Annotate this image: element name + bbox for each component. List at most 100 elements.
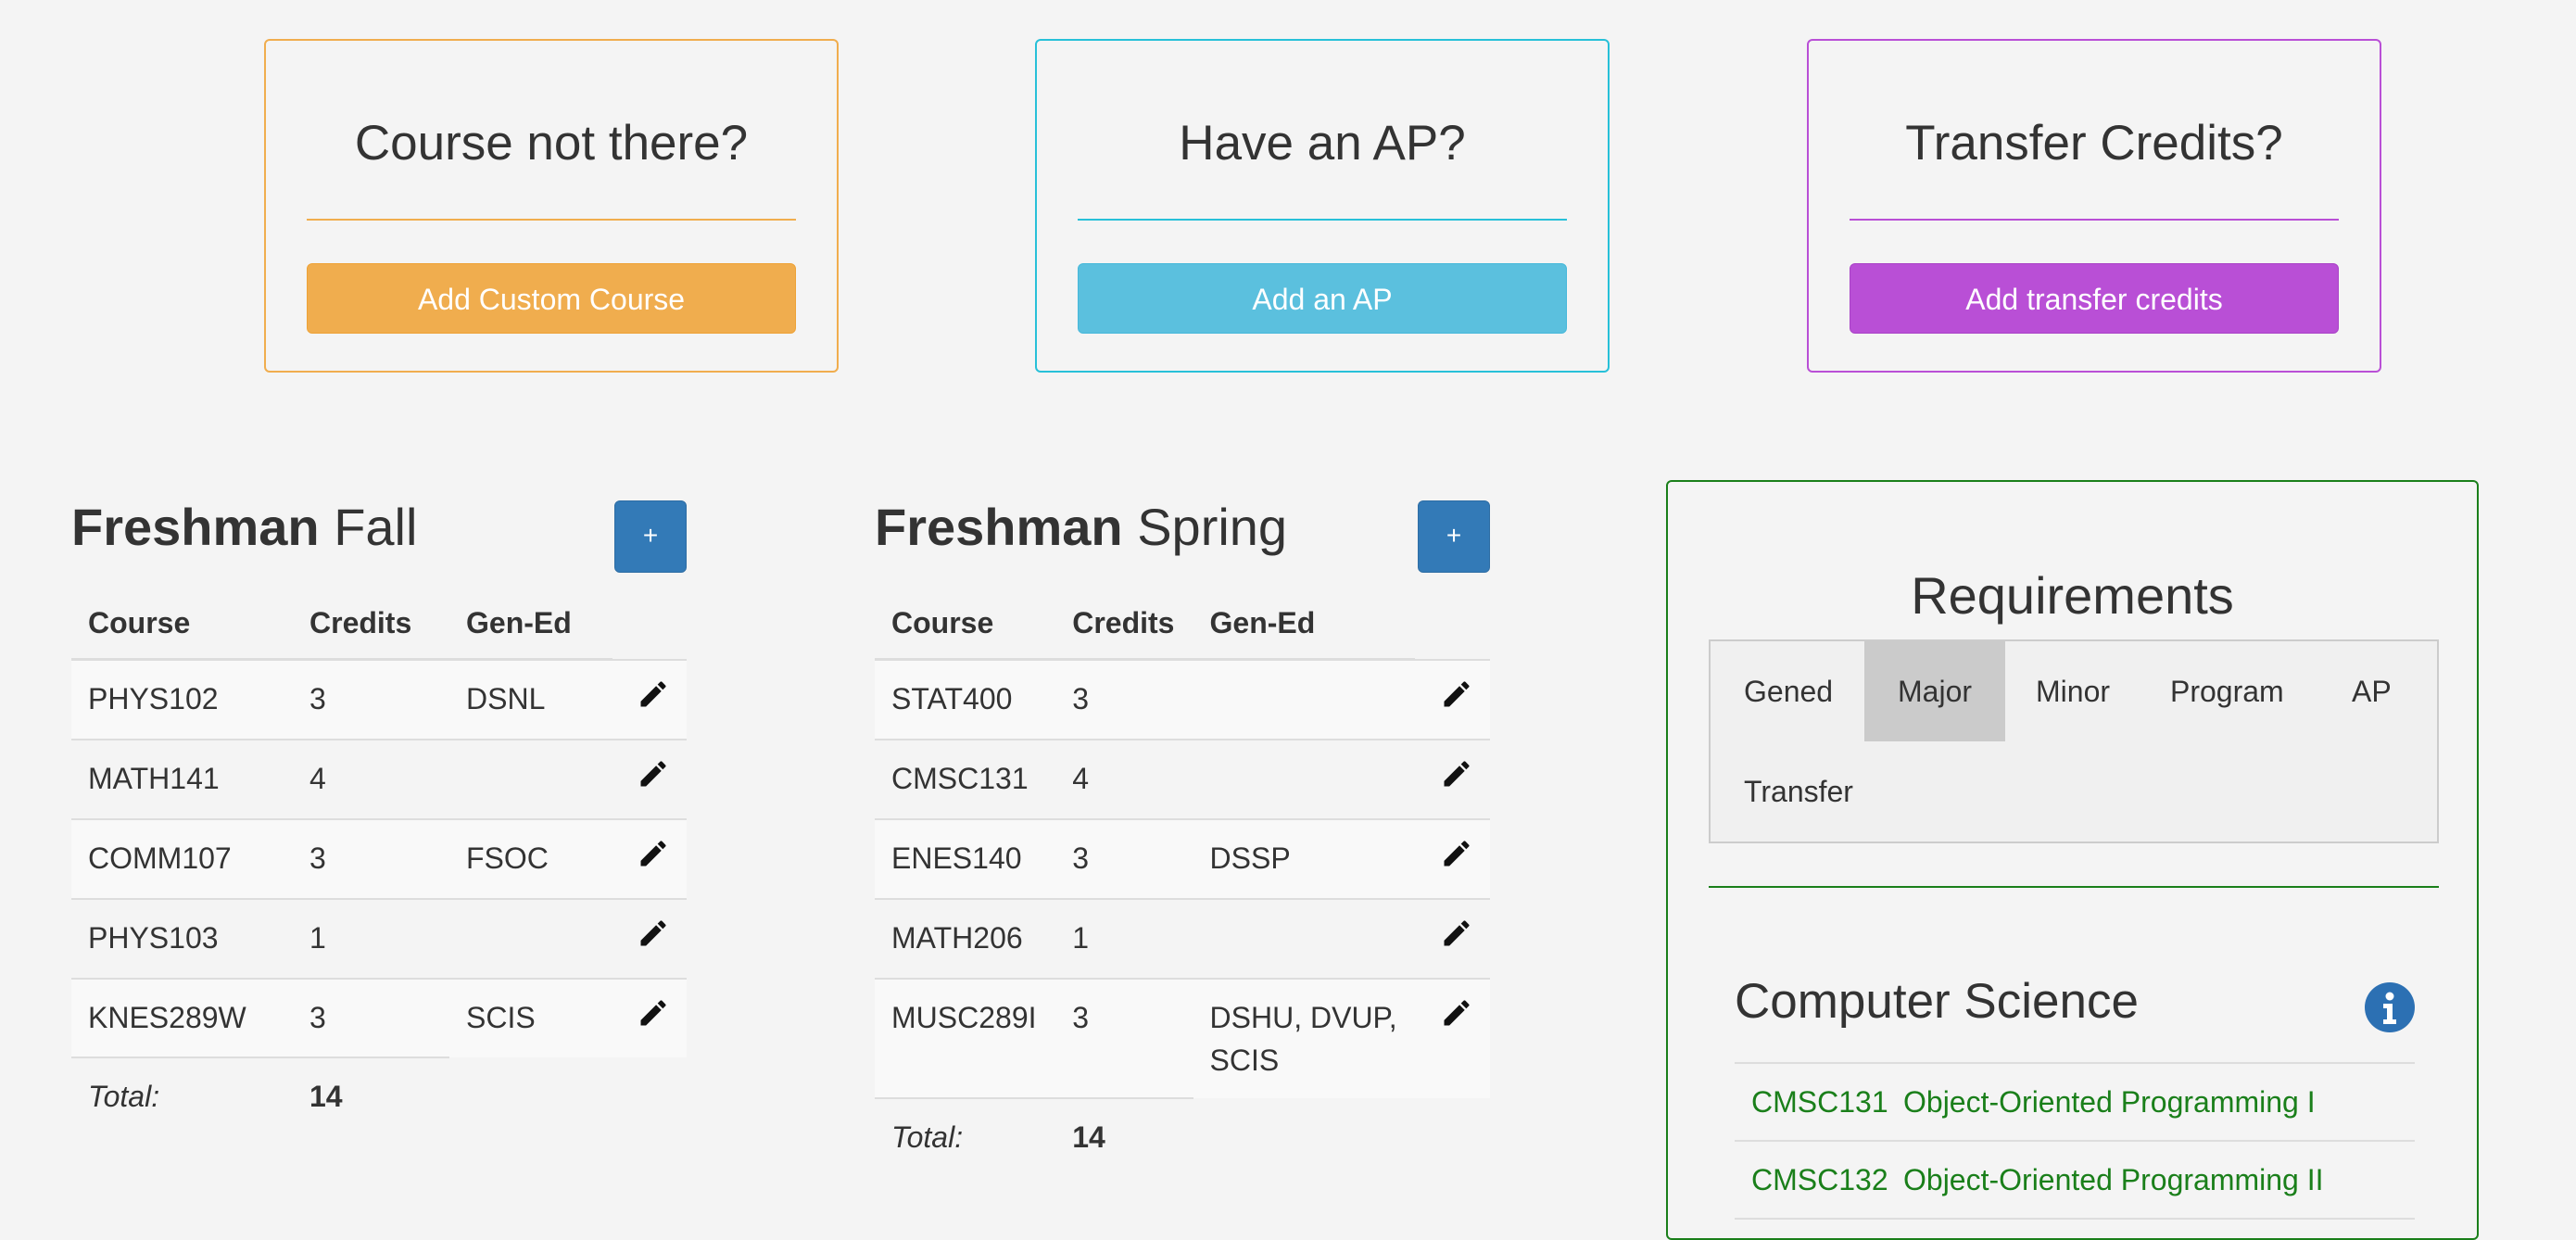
course-credits: 3 [1055, 977, 1193, 1098]
header-gened: Gen-Ed [449, 588, 612, 661]
pencil-icon [1444, 919, 1470, 945]
tab-gened[interactable]: Gened [1711, 641, 1866, 741]
requirement-code: CMSC131 [1751, 1084, 1888, 1119]
requirements-panel: Requirements Gened Major Minor Program A… [1666, 480, 2479, 1240]
list-item[interactable]: CMSC132 Object-Oriented Programming II [1735, 1140, 2415, 1218]
requirements-tabs: Gened Major Minor Program AP Transfer [1709, 639, 2439, 843]
tab-major[interactable]: Major [1864, 641, 2006, 741]
course-code: MUSC289I [875, 977, 1056, 1098]
course-code: MATH141 [71, 738, 293, 819]
add-ap-button[interactable]: Add an AP [1078, 263, 1567, 334]
ap-card: Have an AP? Add an AP [1035, 39, 1610, 373]
edit-button[interactable] [612, 658, 687, 740]
course-gened [449, 738, 612, 819]
add-transfer-credits-button[interactable]: Add transfer credits [1850, 263, 2339, 334]
course-code: COMM107 [71, 817, 293, 899]
table-row: ENES140 3 DSSP [875, 817, 1490, 899]
pencil-icon [640, 919, 666, 945]
course-gened: DSSP [1193, 817, 1415, 899]
semester-title: Freshman Spring [875, 497, 1287, 557]
total-label: Total: [875, 1096, 1056, 1175]
table-row: COMM107 3 FSOC [71, 817, 687, 899]
semester-year: Freshman [875, 498, 1123, 556]
header-credits: Credits [1055, 588, 1193, 661]
course-code: CMSC131 [875, 738, 1056, 819]
spacer [1415, 1098, 1490, 1175]
edit-button[interactable] [1414, 817, 1490, 899]
header-edit [1415, 588, 1490, 660]
edit-button[interactable] [612, 897, 687, 979]
header-credits: Credits [293, 588, 449, 661]
spacer [612, 1057, 687, 1134]
course-credits: 1 [1055, 897, 1193, 979]
course-gened [449, 897, 612, 979]
course-credits: 3 [1055, 658, 1193, 740]
course-table: Course Credits Gen-Ed PHYS102 3 DSNL MATH1… [71, 588, 687, 1134]
list-item[interactable]: CMSC131 Object-Oriented Programming I [1735, 1062, 2415, 1140]
transfer-card: Transfer Credits? Add transfer credits [1807, 39, 2381, 373]
course-credits: 3 [293, 977, 449, 1057]
edit-button[interactable] [1414, 977, 1490, 1098]
table-row: MATH141 4 [71, 738, 687, 819]
total-label: Total: [71, 1056, 293, 1134]
pencil-icon [1444, 760, 1470, 786]
course-gened [1193, 738, 1415, 819]
total-row: Total: 14 [875, 1096, 1490, 1175]
table-row: CMSC131 4 [875, 738, 1490, 819]
major-name: Computer Science [1735, 974, 2139, 1029]
header-edit [612, 588, 687, 660]
pencil-icon [640, 680, 666, 706]
requirement-name: Object-Oriented Programming II [1903, 1162, 2324, 1196]
edit-button[interactable] [612, 738, 687, 819]
semester-year: Freshman [71, 498, 320, 556]
tab-minor[interactable]: Minor [2002, 641, 2143, 741]
add-custom-course-button[interactable]: Add Custom Course [307, 263, 796, 334]
spacer [1193, 1098, 1415, 1175]
edit-button[interactable] [612, 977, 687, 1057]
course-code: MATH206 [875, 897, 1056, 979]
table-row: MUSC289I 3 DSHU, DVUP, SCIS [875, 977, 1490, 1098]
edit-button[interactable] [1414, 658, 1490, 740]
info-glyph [2383, 992, 2396, 1024]
requirements-title: Requirements [1911, 566, 2234, 625]
course-credits: 3 [293, 817, 449, 899]
header-course: Course [875, 588, 1056, 661]
pencil-icon [1444, 840, 1470, 866]
pencil-icon [1444, 999, 1470, 1025]
tab-ap[interactable]: AP [2318, 641, 2425, 741]
requirement-code: CMSC132 [1751, 1162, 1888, 1196]
course-gened [1193, 658, 1415, 740]
add-course-button[interactable]: + [614, 500, 687, 573]
pencil-icon [1444, 680, 1470, 706]
divider [1709, 886, 2439, 888]
requirement-name: Object-Oriented Programming I [1903, 1084, 2316, 1119]
tab-transfer[interactable]: Transfer [1711, 741, 1887, 841]
course-code: PHYS103 [71, 897, 293, 979]
table-row: PHYS102 3 DSNL [71, 658, 687, 740]
ap-title: Have an AP? [1179, 116, 1466, 171]
course-credits: 4 [293, 738, 449, 819]
course-code: STAT400 [875, 658, 1056, 740]
header-course: Course [71, 588, 293, 661]
divider [307, 219, 796, 221]
info-icon[interactable] [2365, 982, 2415, 1032]
pencil-icon [640, 760, 666, 786]
add-course-button[interactable]: + [1418, 500, 1490, 573]
tab-program[interactable]: Program [2137, 641, 2317, 741]
course-gened: DSHU, DVUP, SCIS [1193, 977, 1415, 1098]
course-table: Course Credits Gen-Ed STAT400 3 CMSC131 4 … [875, 588, 1490, 1175]
edit-button[interactable] [1414, 897, 1490, 979]
edit-button[interactable] [1414, 738, 1490, 819]
pencil-icon [640, 840, 666, 866]
table-row: KNES289W 3 SCIS [71, 977, 687, 1057]
course-credits: 1 [293, 897, 449, 979]
semester-term: Fall [334, 498, 418, 556]
custom-course-card: Course not there? Add Custom Course [264, 39, 839, 373]
total-row: Total: 14 [71, 1056, 687, 1134]
course-code: KNES289W [71, 977, 293, 1057]
course-gened: DSNL [449, 658, 612, 740]
course-credits: 4 [1055, 738, 1193, 819]
header-gened: Gen-Ed [1193, 588, 1415, 661]
edit-button[interactable] [612, 817, 687, 899]
course-code: PHYS102 [71, 658, 293, 740]
